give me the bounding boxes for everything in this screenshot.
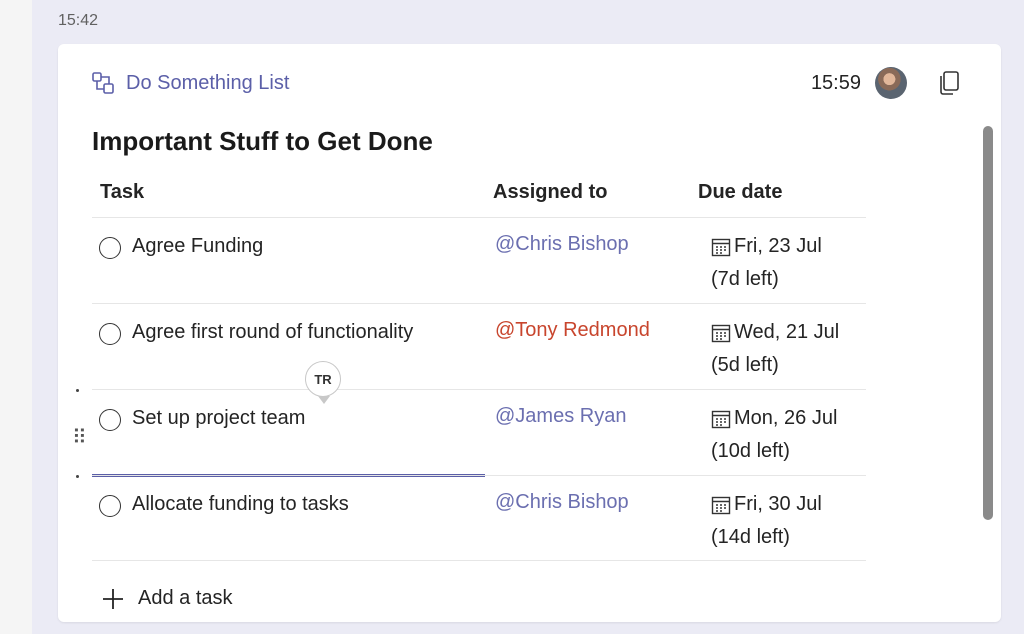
circle-check-icon[interactable]: [99, 409, 121, 431]
task-name[interactable]: Agree first round of functionality: [132, 321, 413, 344]
days-left: (5d left): [711, 354, 779, 376]
loop-task-card: Do Something List 15:59 Important Stuff …: [58, 44, 1001, 622]
assignee-mention[interactable]: @Chris Bishop: [495, 491, 629, 514]
plus-icon: [103, 588, 123, 609]
drag-handle-icon[interactable]: ⠿: [72, 425, 87, 450]
calendar-icon: [711, 496, 731, 515]
calendar-icon: [711, 238, 731, 257]
task-table: Agree Funding @Chris Bishop Fri, 23 Jul …: [92, 217, 866, 561]
task-row[interactable]: Agree Funding @Chris Bishop Fri, 23 Jul …: [92, 217, 866, 303]
circle-check-icon[interactable]: [99, 495, 121, 517]
task-row[interactable]: Allocate funding to tasks @Chris Bishop …: [92, 475, 866, 561]
card-header: Do Something List 15:59: [90, 67, 961, 99]
due-date[interactable]: Fri, 23 Jul: [734, 235, 822, 258]
message-timestamp: 15:42: [58, 12, 99, 29]
task-name[interactable]: Agree Funding: [132, 235, 263, 258]
calendar-icon: [711, 410, 731, 429]
drag-handle-dot: [76, 389, 79, 392]
assignee-mention[interactable]: @Tony Redmond: [495, 319, 650, 342]
circle-check-icon[interactable]: [99, 237, 121, 259]
column-header-assigned[interactable]: Assigned to: [493, 181, 607, 204]
add-task-button[interactable]: Add a task: [102, 587, 233, 610]
drag-handle-dot: [76, 475, 79, 478]
days-left: (10d left): [711, 440, 790, 462]
assignee-mention[interactable]: @James Ryan: [495, 405, 626, 428]
user-avatar[interactable]: [875, 67, 907, 99]
days-left: (7d left): [711, 268, 779, 290]
task-row[interactable]: Agree first round of functionality @Tony…: [92, 303, 866, 389]
collaborator-presence-badge: TR: [305, 361, 341, 404]
copy-icon[interactable]: [937, 70, 961, 96]
list-title: Important Stuff to Get Done: [92, 126, 433, 156]
component-app-name[interactable]: Do Something List: [126, 72, 289, 95]
column-header-due[interactable]: Due date: [698, 181, 782, 204]
card-timestamp: 15:59: [810, 71, 861, 94]
due-date[interactable]: Wed, 21 Jul: [734, 321, 839, 344]
due-date[interactable]: Fri, 30 Jul: [734, 493, 822, 516]
loop-component-icon: [92, 72, 114, 94]
task-row[interactable]: Set up project team @James Ryan Mon, 26 …: [92, 389, 866, 477]
assignee-mention[interactable]: @Chris Bishop: [495, 233, 629, 256]
days-left: (14d left): [711, 526, 790, 548]
app-left-rail: [0, 0, 32, 634]
calendar-icon: [711, 324, 731, 343]
add-task-label: Add a task: [138, 587, 233, 609]
column-header-task[interactable]: Task: [100, 181, 144, 204]
card-scrollbar[interactable]: [983, 126, 993, 520]
due-date[interactable]: Mon, 26 Jul: [734, 407, 837, 430]
header-actions: 15:59: [811, 67, 961, 99]
task-name[interactable]: Allocate funding to tasks: [132, 493, 349, 516]
task-name[interactable]: Set up project team: [132, 407, 305, 430]
circle-check-icon[interactable]: [99, 323, 121, 345]
